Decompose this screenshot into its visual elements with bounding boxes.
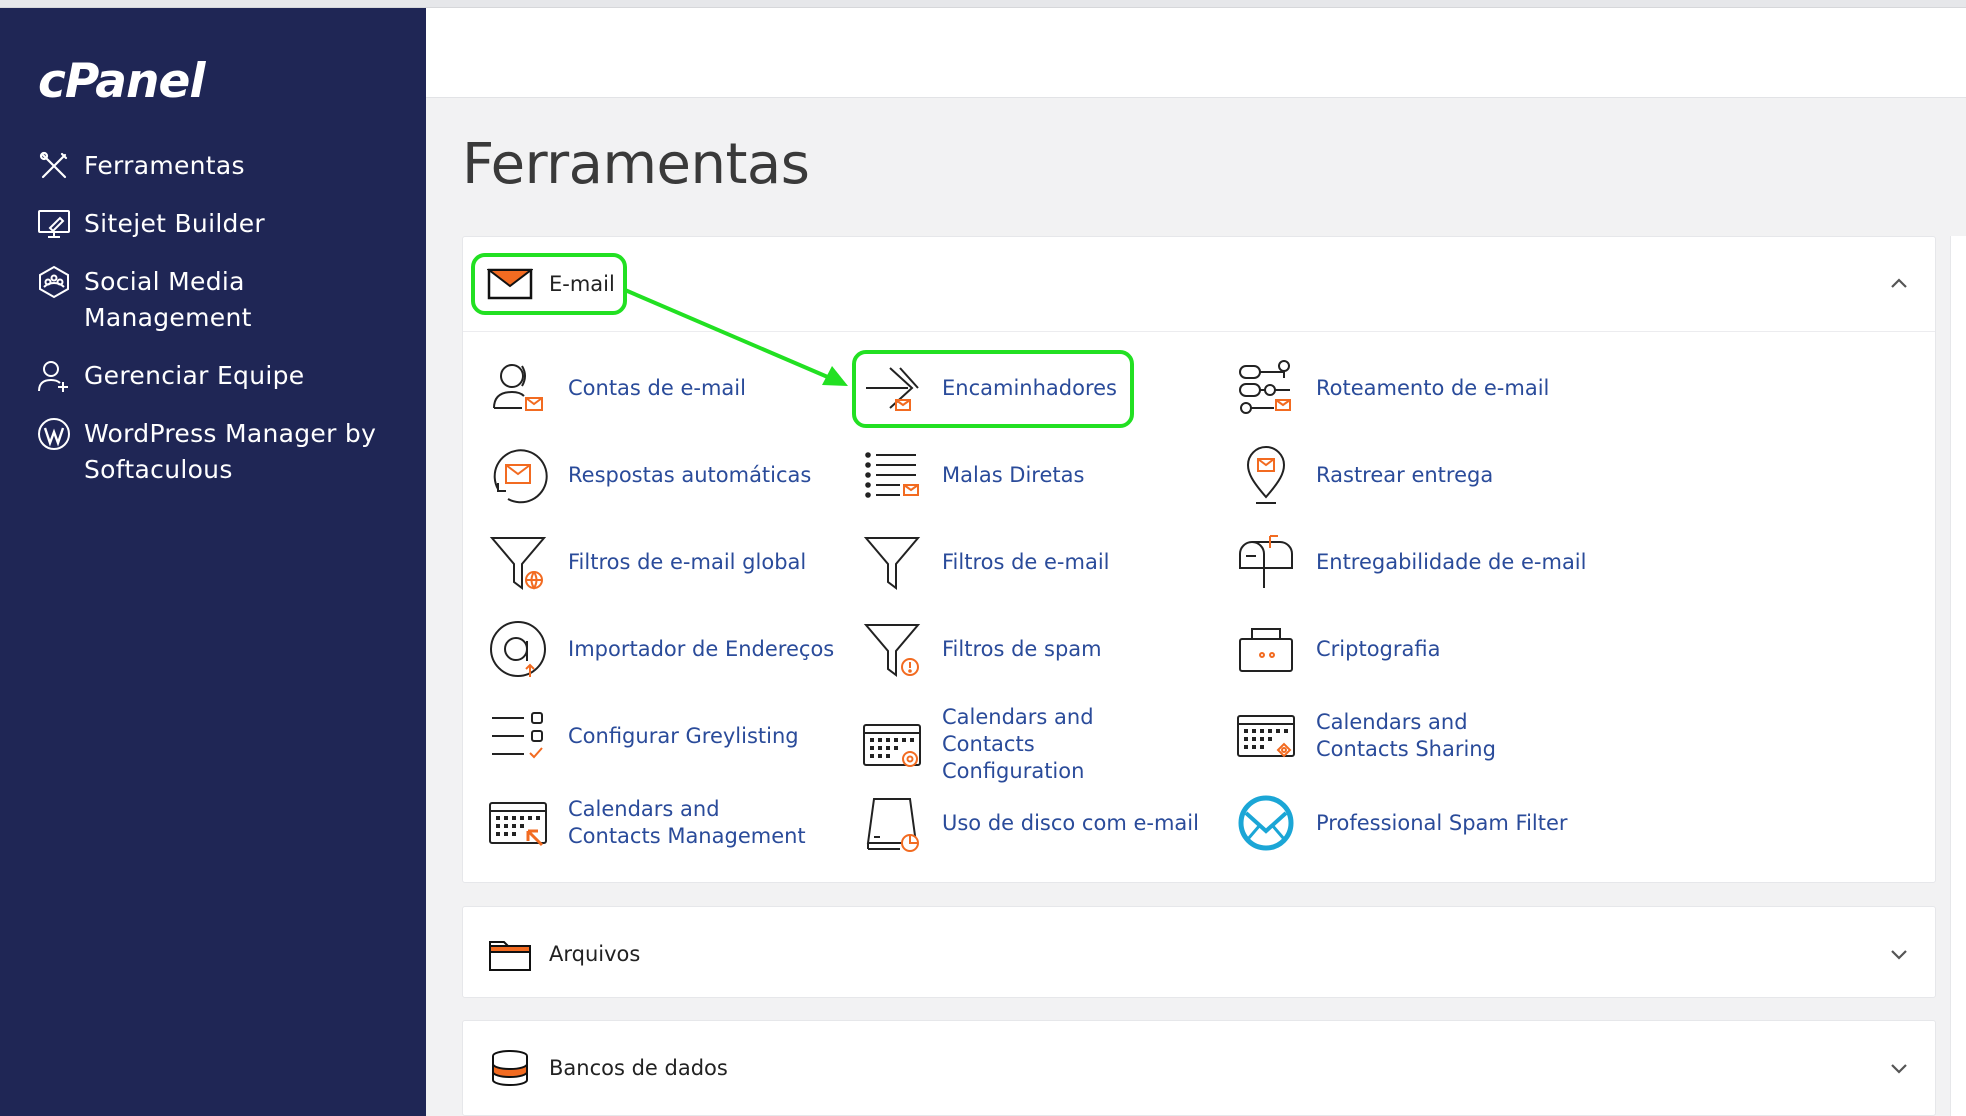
chevron-down-icon[interactable]: [1889, 944, 1909, 964]
chevron-down-icon[interactable]: [1889, 1058, 1909, 1078]
sidebar-item-sitejet[interactable]: Sitejet Builder: [36, 206, 416, 242]
disk-usage-icon: [860, 791, 924, 855]
tool-track-delivery[interactable]: Rastrear entrega: [1234, 443, 1493, 507]
sidebar-item-ferramentas[interactable]: Ferramentas: [36, 148, 416, 184]
tool-label: Criptografia: [1316, 636, 1441, 661]
tools-icon: [36, 148, 72, 184]
tool-label: Rastrear entrega: [1316, 462, 1494, 487]
tool-label: Contas de e-mail: [568, 375, 746, 400]
tool-label: Professional Spam Filter: [1316, 810, 1568, 835]
tool-email-filters[interactable]: Filtros de e-mail: [860, 530, 1110, 594]
calendar-management-icon: [486, 791, 550, 855]
sidebar-item-label: WordPress Manager by Softaculous: [84, 419, 377, 484]
tool-professional-spam-filter[interactable]: Professional Spam Filter: [1234, 791, 1568, 855]
tool-mailing-lists[interactable]: Malas Diretas: [860, 443, 1084, 507]
tool-label: Entregabilidade de e-mail: [1316, 549, 1587, 574]
global-filter-icon: [486, 530, 550, 594]
tool-label: Roteamento de e-mail: [1316, 375, 1550, 400]
mailing-lists-icon: [860, 443, 924, 507]
sidebar-item-gerenciar-equipe[interactable]: Gerenciar Equipe: [36, 358, 416, 394]
tool-label: Filtros de e-mail global: [568, 549, 807, 574]
cpanel-logo[interactable]: cPanel: [38, 54, 205, 109]
add-user-icon: [36, 358, 72, 394]
email-filter-icon: [860, 530, 924, 594]
tool-greylisting[interactable]: Configurar Greylisting: [486, 704, 799, 768]
top-border: [0, 0, 1966, 8]
tool-label: Uso de disco com e-mail: [942, 810, 1199, 835]
spam-filter-icon: [860, 617, 924, 681]
databases-section-header[interactable]: Bancos de dados: [463, 1021, 1935, 1115]
tool-email-deliverability[interactable]: Entregabilidade de e-mail: [1234, 530, 1586, 594]
files-section: Arquivos: [462, 906, 1936, 998]
address-importer-icon: [486, 617, 550, 681]
deliverability-icon: [1234, 530, 1298, 594]
tool-label: Filtros de e-mail: [942, 549, 1110, 574]
greylisting-icon: [486, 704, 550, 768]
sidebar-item-social-media[interactable]: Social Media Management: [36, 264, 416, 336]
right-panel-edge: [1950, 236, 1966, 1116]
social-media-icon: [36, 264, 72, 300]
tool-email-accounts[interactable]: Contas de e-mail: [486, 356, 746, 420]
tool-label: Filtros de spam: [942, 636, 1102, 661]
tool-label: Configurar Greylisting: [568, 723, 799, 748]
databases-section: Bancos de dados: [462, 1020, 1936, 1116]
tool-autoresponders[interactable]: Respostas automáticas: [486, 443, 811, 507]
tool-calendars-config[interactable]: Calendars and Contacts Configuration: [860, 704, 1182, 785]
calendar-sharing-icon: [1234, 704, 1298, 768]
tool-global-email-filters[interactable]: Filtros de e-mail global: [486, 530, 806, 594]
email-routing-icon: [1234, 356, 1298, 420]
autoresponders-icon: [486, 443, 550, 507]
tool-label: Importador de Endereços: [568, 636, 835, 661]
database-icon: [487, 1048, 533, 1088]
tool-label: Calendars and Contacts Configuration: [942, 705, 1094, 783]
page-title: Ferramentas: [462, 132, 810, 197]
top-header-bar: [426, 8, 1966, 98]
chevron-up-icon[interactable]: [1889, 274, 1909, 294]
professional-spam-filter-icon: [1234, 791, 1298, 855]
sidebar-item-label: Sitejet Builder: [84, 209, 265, 238]
email-section-label: E-mail: [549, 272, 615, 296]
tool-label: Calendars and Contacts Sharing: [1316, 710, 1496, 761]
tool-label: Malas Diretas: [942, 462, 1085, 487]
sidebar-item-label: Social Media Management: [84, 267, 252, 332]
envelope-icon: [486, 264, 534, 304]
tool-label: Calendars and Contacts Management: [568, 797, 806, 848]
tool-email-routing[interactable]: Roteamento de e-mail: [1234, 356, 1549, 420]
tool-address-importer[interactable]: Importador de Endereços: [486, 617, 834, 681]
sidebar-item-wordpress-manager[interactable]: WordPress Manager by Softaculous: [36, 416, 416, 488]
folder-icon: [487, 934, 533, 974]
tool-email-disk-usage[interactable]: Uso de disco com e-mail: [860, 791, 1199, 855]
sidebar-nav: Ferramentas Sitejet Builder Social Media…: [36, 148, 416, 510]
tool-spam-filters[interactable]: Filtros de spam: [860, 617, 1102, 681]
encryption-icon: [1234, 617, 1298, 681]
email-section-header[interactable]: E-mail: [463, 237, 1935, 332]
calendar-config-icon: [860, 713, 924, 777]
files-section-header[interactable]: Arquivos: [463, 907, 1935, 1001]
tool-label: Encaminhadores: [942, 375, 1117, 400]
sidebar-item-label: Ferramentas: [84, 151, 245, 180]
tool-calendars-sharing[interactable]: Calendars and Contacts Sharing: [1234, 704, 1556, 768]
forwarders-icon: [860, 356, 924, 420]
tool-forwarders[interactable]: Encaminhadores: [860, 356, 1117, 420]
files-section-label: Arquivos: [549, 942, 641, 966]
tool-label: Respostas automáticas: [568, 462, 812, 487]
tool-encryption[interactable]: Criptografia: [1234, 617, 1440, 681]
sidebar: cPanel Ferramentas Sitejet Builder Socia…: [0, 8, 426, 1116]
track-delivery-icon: [1234, 443, 1298, 507]
wordpress-icon: [36, 416, 72, 452]
tool-calendars-management[interactable]: Calendars and Contacts Management: [486, 791, 808, 855]
monitor-builder-icon: [36, 206, 72, 242]
sidebar-item-label: Gerenciar Equipe: [84, 361, 305, 390]
email-accounts-icon: [486, 356, 550, 420]
databases-section-label: Bancos de dados: [549, 1056, 728, 1080]
